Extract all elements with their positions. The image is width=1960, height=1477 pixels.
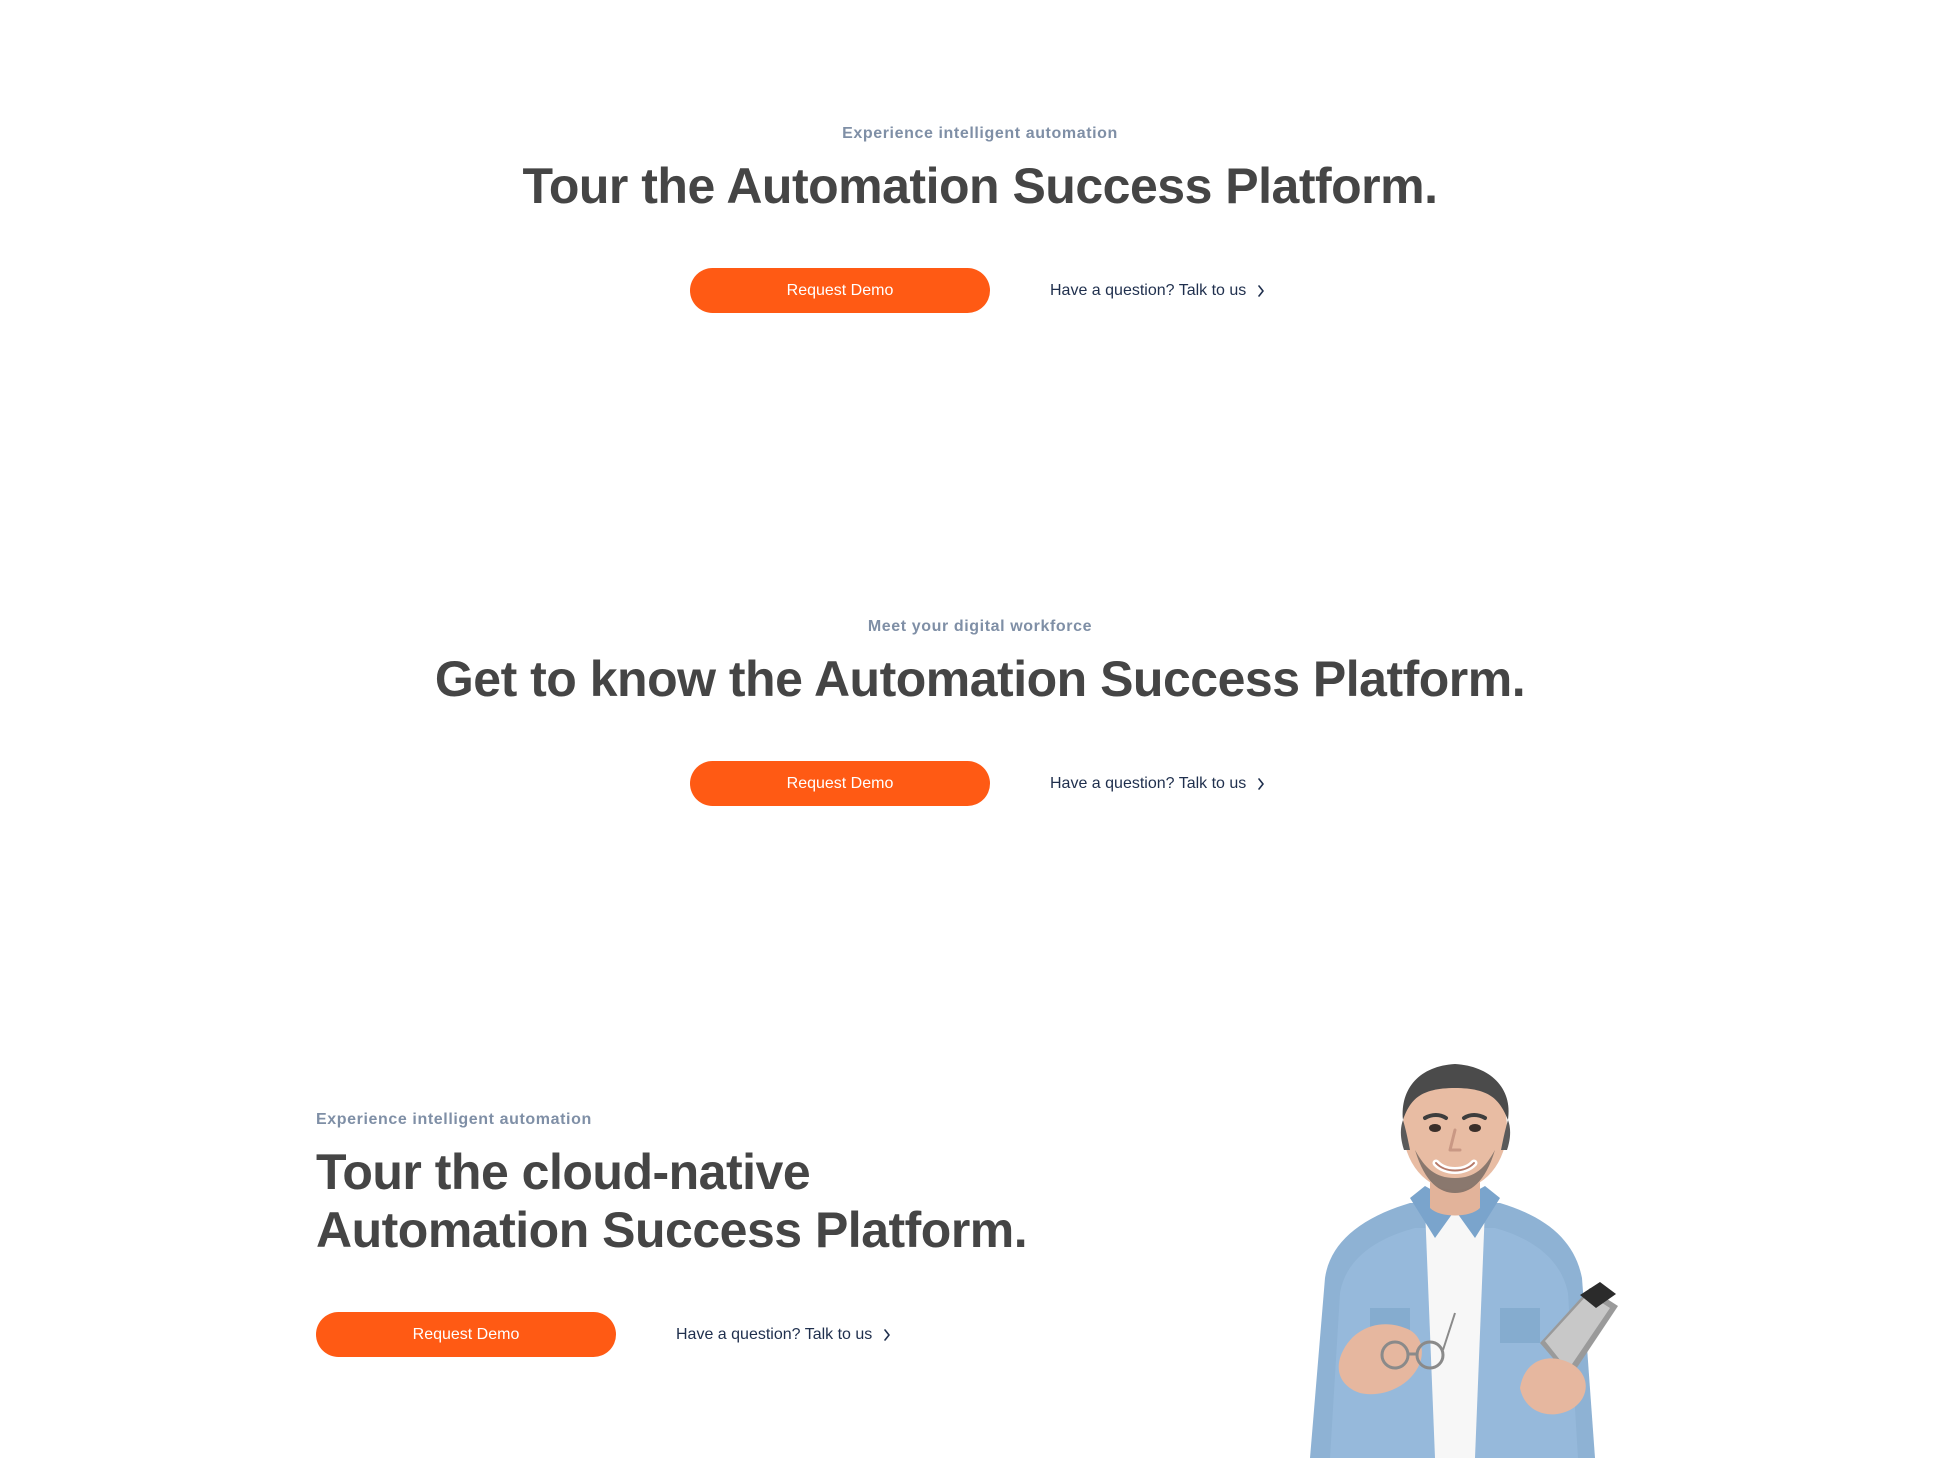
talk-to-us-label: Have a question? Talk to us [1050, 281, 1247, 299]
hero-section-1: Experience intelligent automation Tour t… [0, 125, 1960, 313]
chevron-right-icon [882, 1328, 892, 1342]
talk-to-us-link[interactable]: Have a question? Talk to us [1050, 282, 1266, 300]
talk-to-us-link[interactable]: Have a question? Talk to us [1050, 775, 1266, 793]
talk-to-us-link[interactable]: Have a question? Talk to us [676, 1326, 892, 1344]
section-3-headline-line-2: Automation Success Platform. [316, 1202, 1028, 1258]
section-2-eyebrow: Meet your digital workforce [867, 618, 1093, 635]
section-3-headline: Tour the cloud-native Automation Success… [316, 1143, 1076, 1259]
hero-section-2: Meet your digital workforce Get to know … [0, 618, 1960, 806]
chevron-right-icon [1256, 284, 1266, 298]
section-1-headline: Tour the Automation Success Platform. [522, 158, 1438, 214]
section-1-cta-row: Request Demo Have a question? Talk to us [690, 268, 1266, 313]
section-1-eyebrow: Experience intelligent automation [842, 125, 1118, 142]
chevron-right-icon [1256, 777, 1266, 791]
section-2-headline: Get to know the Automation Success Platf… [434, 651, 1526, 707]
section-2-cta-row: Request Demo Have a question? Talk to us [690, 761, 1266, 806]
section-3-eyebrow: Experience intelligent automation [316, 1111, 592, 1128]
section-3-text-column: Experience intelligent automation Tour t… [316, 1111, 1076, 1357]
section-3-cta-row: Request Demo Have a question? Talk to us [316, 1312, 892, 1357]
request-demo-button[interactable]: Request Demo [690, 761, 990, 806]
talk-to-us-label: Have a question? Talk to us [676, 1325, 873, 1343]
request-demo-button[interactable]: Request Demo [690, 268, 990, 313]
person-with-tablet-illustration [1270, 1058, 1640, 1458]
talk-to-us-label: Have a question? Talk to us [1050, 774, 1247, 792]
request-demo-button[interactable]: Request Demo [316, 1312, 616, 1357]
section-3-headline-line-1: Tour the cloud-native [316, 1144, 811, 1200]
